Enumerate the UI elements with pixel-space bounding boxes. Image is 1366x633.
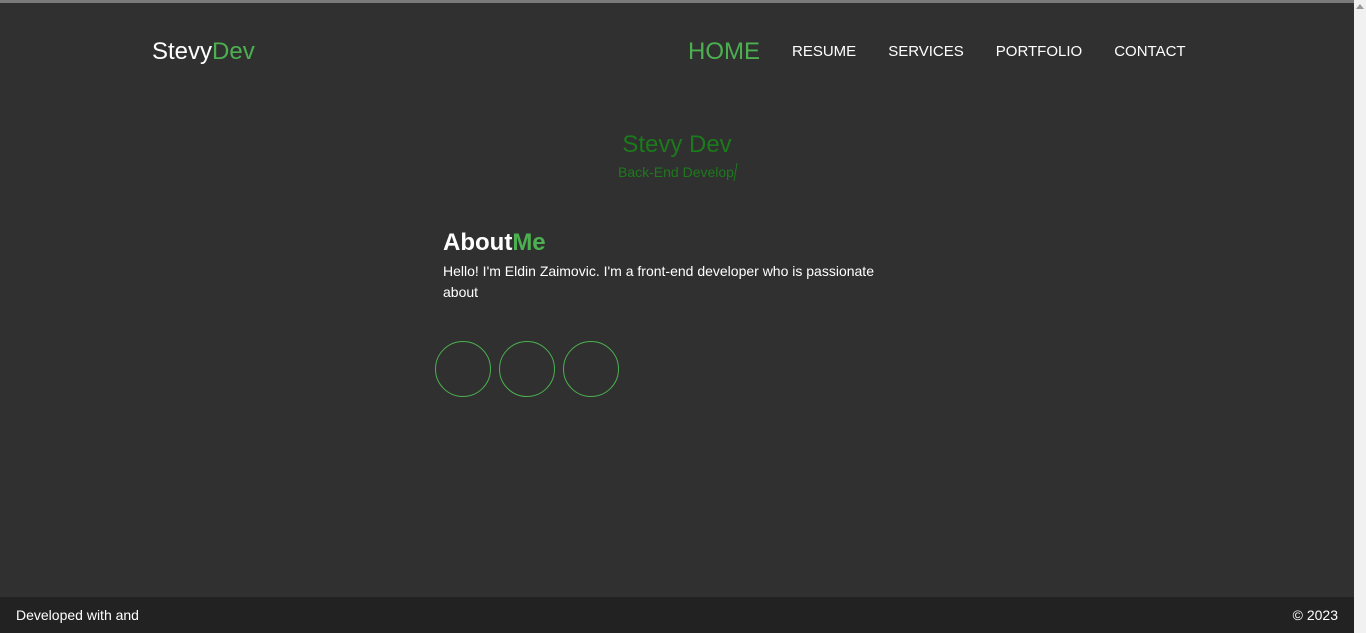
social-links: [435, 341, 627, 397]
scroll-up-arrow-icon[interactable]: [1356, 4, 1364, 9]
footer: Developed with and © 2023: [0, 597, 1354, 633]
nav-item-portfolio[interactable]: PORTFOLIO: [996, 36, 1082, 68]
footer-copyright: © 2023: [1292, 607, 1338, 623]
nav-item-resume[interactable]: RESUME: [792, 36, 856, 68]
hero-role: Back-End Develop: [0, 163, 1354, 181]
footer-credit: Developed with and: [16, 607, 139, 623]
about-title: AboutMe: [443, 229, 893, 257]
nav-item-contact[interactable]: CONTACT: [1114, 36, 1185, 68]
typing-cursor: [733, 163, 738, 181]
hero-name: Stevy Dev: [622, 131, 732, 158]
social-link-1[interactable]: [435, 341, 491, 397]
social-link-2[interactable]: [499, 341, 555, 397]
about-title-main: About: [443, 229, 513, 256]
nav-item-services[interactable]: SERVICES: [888, 36, 964, 68]
top-border: [0, 0, 1354, 3]
nav-item-home[interactable]: HOME: [688, 36, 760, 68]
social-link-3[interactable]: [563, 341, 619, 397]
vertical-scrollbar[interactable]: [1354, 0, 1366, 633]
main-nav: HOME RESUME SERVICES PORTFOLIO CONTACT: [688, 36, 1186, 68]
about-text: Hello! I'm Eldin Zaimovic. I'm a front-e…: [443, 263, 874, 300]
site-logo[interactable]: StevyDev: [152, 38, 255, 66]
about-section: AboutMe Hello! I'm Eldin Zaimovic. I'm a…: [443, 229, 893, 303]
hero-role-text: Back-End Develop: [618, 164, 734, 180]
logo-main-text: Stevy: [152, 38, 213, 65]
logo-accent-text: Dev: [212, 38, 255, 65]
about-title-accent: Me: [512, 229, 546, 256]
